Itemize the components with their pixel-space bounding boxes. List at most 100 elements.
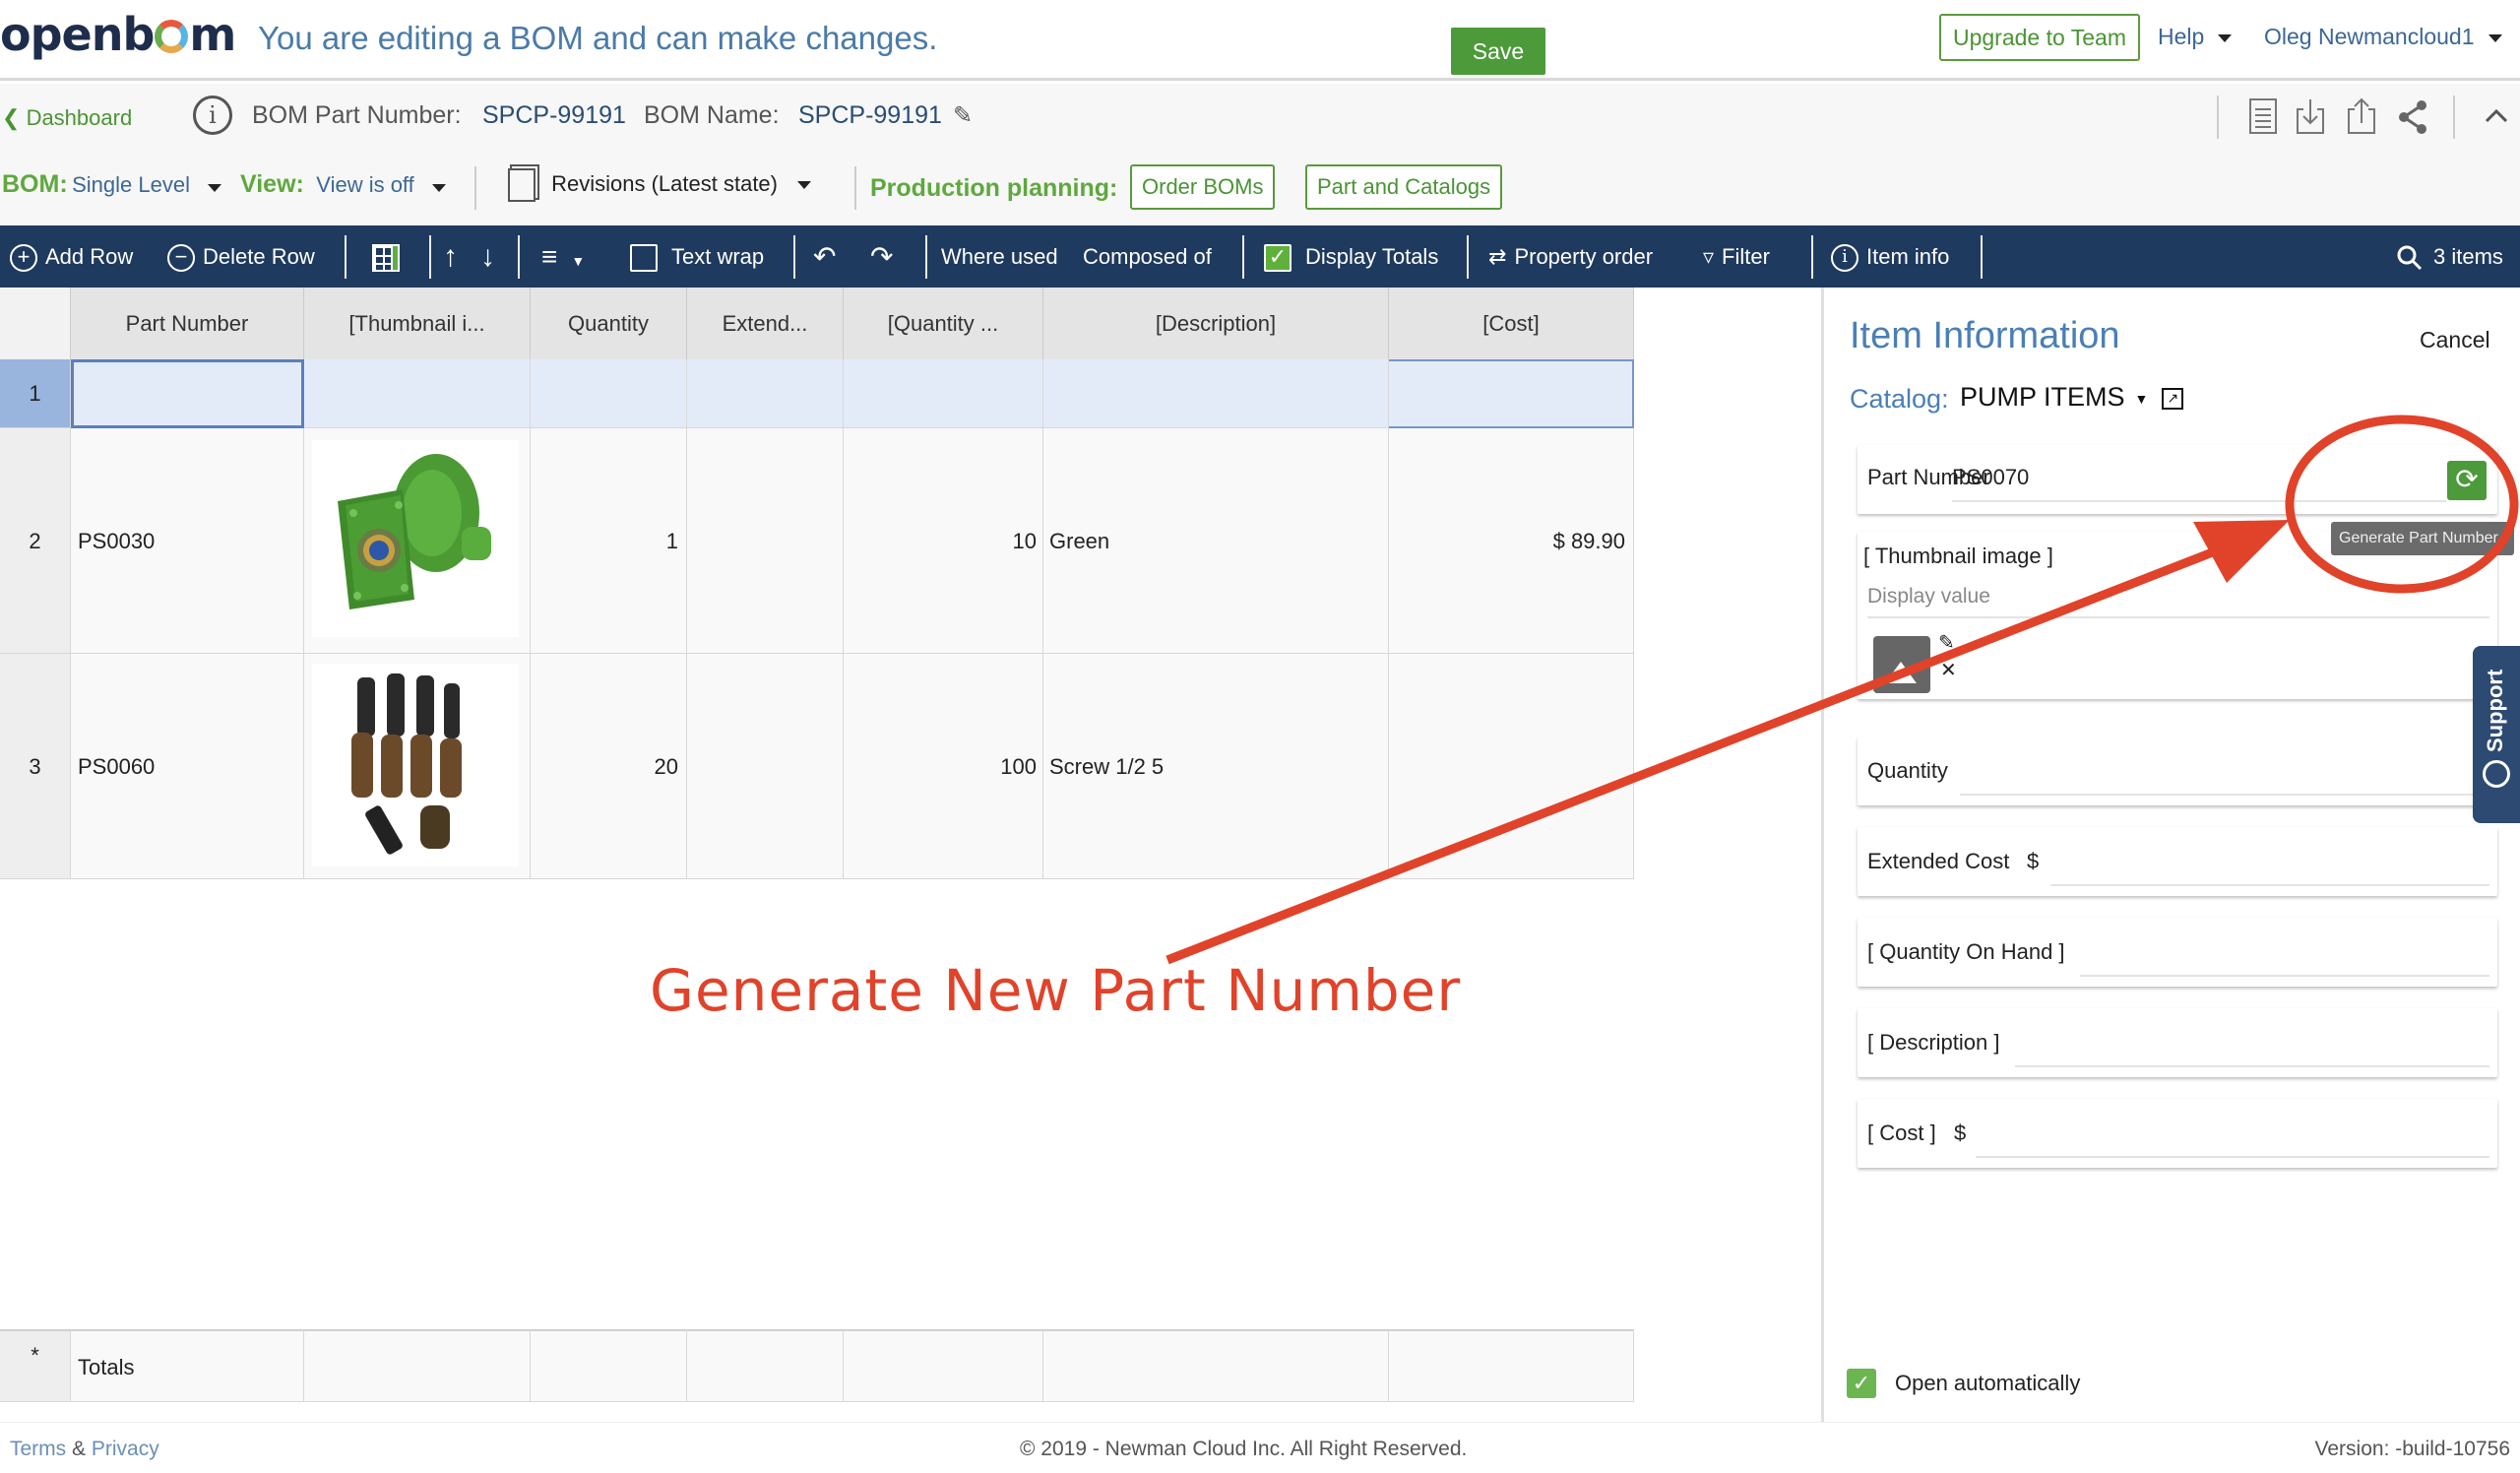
divider — [345, 235, 346, 279]
part-number-cell[interactable]: PS0030 — [71, 428, 304, 654]
row-number[interactable]: 1 — [0, 359, 71, 428]
column-header[interactable]: Part Number — [71, 288, 304, 359]
cost-input[interactable] — [1976, 1156, 2489, 1158]
align-dropdown[interactable]: ≡ ▼ — [541, 225, 585, 288]
move-down-button[interactable]: ↓ — [480, 225, 495, 288]
extended-cost-input[interactable] — [2050, 884, 2489, 886]
open-external-icon[interactable]: ↗ — [2162, 387, 2184, 410]
text-wrap-checkbox[interactable] — [630, 244, 658, 273]
version-info: Version: -build-10756 — [2314, 1438, 2510, 1460]
extended-cost-cell[interactable] — [687, 654, 844, 879]
where-used-button[interactable]: Where used — [941, 225, 1058, 288]
open-automatically-checkbox[interactable]: ✓ — [1847, 1369, 1876, 1398]
delete-row-button[interactable]: − Delete Row — [167, 225, 315, 288]
dashboard-label: Dashboard — [26, 105, 133, 130]
bom-name-value: SPCP-99191 — [798, 101, 942, 129]
extended-cost-cell[interactable] — [687, 359, 844, 428]
catalog-selector[interactable]: PUMP ITEMS ▼ ↗ — [1960, 382, 2184, 413]
openbom-logo[interactable]: openb m — [0, 8, 236, 61]
quantity-on-hand-input[interactable] — [2080, 975, 2489, 977]
redo-button[interactable]: ↷ — [870, 225, 893, 288]
composed-of-button[interactable]: Composed of — [1083, 225, 1212, 288]
property-order-button[interactable]: ⇄ Property order — [1488, 225, 1653, 288]
collapse-up-icon[interactable] — [2477, 96, 2516, 139]
terms-link[interactable]: Terms — [10, 1438, 66, 1460]
column-header[interactable]: Quantity — [531, 288, 687, 359]
production-planning-label: Production planning: — [870, 174, 1118, 202]
input-underline — [1867, 616, 2489, 618]
part-number-cell[interactable]: PS0060 — [71, 654, 304, 879]
report-icon[interactable] — [2244, 96, 2284, 139]
column-header[interactable]: [Cost] — [1389, 288, 1634, 359]
thumbnail-cell[interactable] — [304, 428, 531, 654]
caret-down-icon — [208, 183, 222, 192]
description-cell[interactable]: Green — [1043, 428, 1389, 654]
row-number[interactable]: 3 — [0, 654, 71, 879]
quantity-on-hand-field-card: [ Quantity On Hand ] — [1858, 918, 2497, 987]
add-row-label: Add Row — [45, 244, 134, 269]
filter-button[interactable]: ▿ Filter — [1703, 225, 1770, 288]
column-layout-button[interactable] — [372, 225, 400, 288]
order-boms-button[interactable]: Order BOMs — [1130, 164, 1276, 210]
quantity-on-hand-cell[interactable]: 10 — [844, 428, 1043, 654]
quantity-input[interactable] — [1960, 794, 2489, 796]
generate-part-number-button[interactable]: ⟳ — [2447, 461, 2487, 500]
description-input[interactable] — [2015, 1065, 2489, 1067]
quantity-on-hand-cell[interactable] — [844, 359, 1043, 428]
display-totals-toggle[interactable]: ✓ Display Totals — [1264, 225, 1438, 288]
item-info-button[interactable]: i Item info — [1831, 225, 1949, 288]
part-and-catalogs-button[interactable]: Part and Catalogs — [1305, 164, 1503, 210]
privacy-link[interactable]: Privacy — [92, 1438, 159, 1460]
cancel-button[interactable]: Cancel — [2420, 327, 2490, 353]
revisions-selector[interactable]: Revisions (Latest state) — [508, 168, 812, 202]
column-header[interactable]: [Quantity ... — [844, 288, 1043, 359]
display-value-input[interactable]: Display value — [1867, 585, 1990, 608]
support-tab[interactable]: Support — [2473, 646, 2520, 823]
share-icon[interactable] — [2394, 96, 2433, 139]
quantity-cell[interactable]: 20 — [531, 654, 687, 879]
quantity-on-hand-cell[interactable]: 100 — [844, 654, 1043, 879]
edit-pencil-icon[interactable]: ✎ — [953, 101, 973, 130]
column-header[interactable]: [Description] — [1043, 288, 1389, 359]
upgrade-to-team-button[interactable]: Upgrade to Team — [1939, 14, 2140, 61]
quantity-cell[interactable] — [531, 359, 687, 428]
move-up-button[interactable]: ↑ — [443, 225, 458, 288]
quantity-cell[interactable]: 1 — [531, 428, 687, 654]
bom-type-selector[interactable]: BOM: Single Level — [2, 170, 222, 199]
edit-image-icon[interactable]: ✎ — [1938, 630, 1955, 655]
dashboard-link[interactable]: ❮ Dashboard — [2, 105, 132, 131]
user-menu[interactable]: Oleg Newmancloud1 — [2264, 24, 2502, 50]
column-header[interactable]: [Thumbnail i... — [304, 288, 531, 359]
edit-status-message: You are editing a BOM and can make chang… — [258, 20, 938, 56]
part-number-input[interactable]: PS0070 — [1952, 465, 2029, 490]
search-button[interactable]: 3 items — [2396, 225, 2503, 288]
add-row-button[interactable]: + Add Row — [10, 225, 133, 288]
item-information-panel: Item Information Catalog: PUMP ITEMS ▼ ↗ P… — [1821, 288, 2520, 1422]
info-icon[interactable]: i — [193, 96, 232, 135]
text-wrap-toggle[interactable]: Text wrap — [630, 225, 764, 288]
thumbnail-cell[interactable] — [304, 359, 531, 428]
upload-icon[interactable] — [2343, 96, 2382, 139]
save-button[interactable]: Save — [1451, 28, 1545, 75]
quantity-label: Quantity — [1867, 758, 1948, 783]
view-selector[interactable]: View: View is off — [240, 170, 447, 199]
column-header[interactable]: Extend... — [687, 288, 844, 359]
help-menu[interactable]: Help — [2158, 24, 2233, 50]
thumbnail-cell[interactable] — [304, 654, 531, 879]
undo-button[interactable]: ↶ — [813, 225, 836, 288]
support-icon — [2483, 760, 2510, 788]
extended-cost-cell[interactable] — [687, 428, 844, 654]
display-totals-checkbox[interactable]: ✓ — [1264, 244, 1292, 273]
remove-image-icon[interactable]: ✕ — [1940, 658, 1957, 682]
cost-cell[interactable]: $ 89.90 — [1389, 428, 1634, 654]
download-icon[interactable] — [2292, 96, 2331, 139]
cost-cell[interactable] — [1389, 359, 1634, 428]
bom-label: BOM: — [2, 170, 68, 198]
part-number-cell[interactable] — [71, 359, 304, 428]
row-number[interactable]: 2 — [0, 428, 71, 654]
caret-down-icon: ▼ — [2134, 390, 2149, 407]
description-cell[interactable]: Screw 1/2 5 — [1043, 654, 1389, 879]
image-placeholder-icon[interactable] — [1873, 636, 1930, 693]
description-cell[interactable] — [1043, 359, 1389, 428]
cost-cell[interactable] — [1389, 654, 1634, 879]
